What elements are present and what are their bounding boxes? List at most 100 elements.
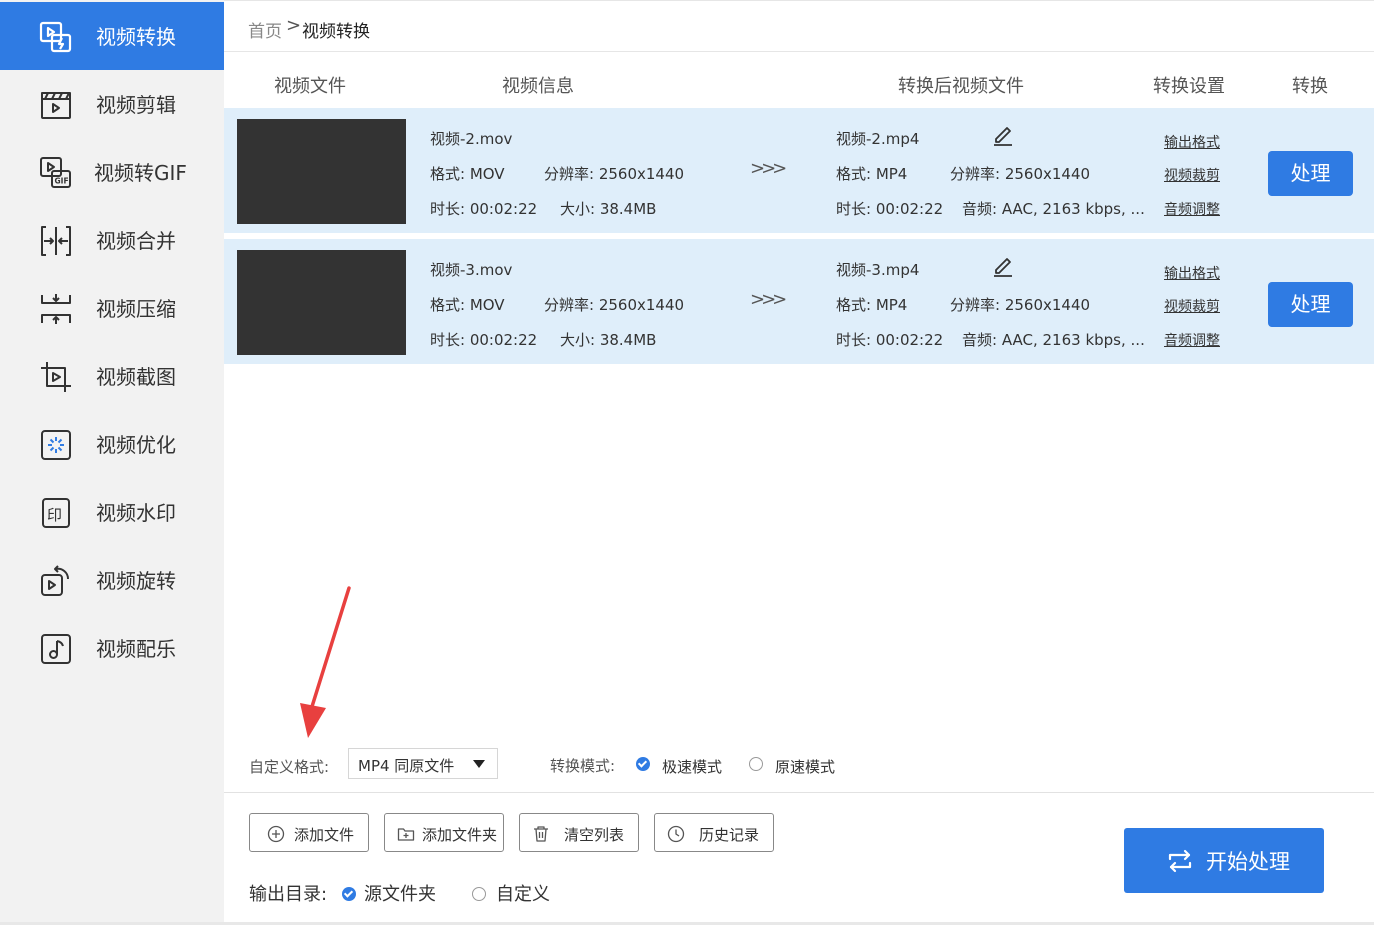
add-file-button[interactable]: 添加文件 [249,813,369,852]
video-convert-icon [38,19,74,55]
column-header-video-info: 视频信息 [502,76,574,97]
sidebar-item-video-to-gif[interactable]: GIF 视频转GIF [0,138,224,206]
start-processing-button[interactable]: 开始处理 [1124,828,1324,893]
clear-list-button[interactable]: 清空列表 [519,813,639,852]
divider [224,792,1374,793]
compress-icon [38,291,74,327]
add-folder-button[interactable]: 添加文件夹 [384,813,504,852]
repeat-icon [1166,847,1194,875]
svg-text:GIF: GIF [55,177,69,186]
original-mode-radio[interactable] [749,757,763,771]
table-row: 视频-2.mov 格式: MOV 分辨率: 2560x1440 时长: 00:0… [224,108,1374,233]
custom-dir-radio[interactable] [472,887,486,901]
source-file-name: 视频-2.mov [430,130,513,148]
audio-adjust-link[interactable]: 音频调整 [1164,199,1220,219]
source-duration: 时长: 00:02:22 [430,331,538,349]
output-duration: 时长: 00:02:22 [836,331,944,349]
output-file-name: 视频-2.mp4 [836,130,920,148]
source-folder-radio[interactable] [342,887,356,901]
source-duration: 时长: 00:02:22 [430,200,538,218]
output-duration: 时长: 00:02:22 [836,200,944,218]
sidebar-item-label: 视频合并 [96,229,176,253]
sidebar-item-video-screenshot[interactable]: 视频截图 [0,342,224,410]
sidebar-item-video-watermark[interactable]: 印 视频水印 [0,478,224,546]
sidebar-item-video-merge[interactable]: 视频合并 [0,206,224,274]
format-dropdown[interactable]: MP4 同原文件 [348,748,498,779]
breadcrumb-home-link[interactable]: 首页 [248,17,282,42]
source-folder-label[interactable]: 源文件夹 [364,880,436,906]
sidebar-item-label: 视频配乐 [96,637,176,661]
breadcrumb: 首页 > 视频转换 [224,0,1374,52]
history-button[interactable]: 历史记录 [654,813,774,852]
clock-icon [667,825,685,843]
output-resolution: 分辨率: 2560x1440 [950,296,1091,314]
output-resolution: 分辨率: 2560x1440 [950,165,1091,183]
merge-icon [38,223,74,259]
convert-arrow-icon: >>> [750,289,787,310]
original-mode-label[interactable]: 原速模式 [775,756,835,777]
optimize-icon [38,427,74,463]
column-header-convert: 转换 [1292,76,1328,97]
annotation-arrow [300,586,351,738]
breadcrumb-current: 视频转换 [302,22,370,42]
sidebar-item-label: 视频压缩 [96,297,176,321]
start-processing-label: 开始处理 [1206,850,1290,874]
clear-list-label: 清空列表 [564,826,625,844]
sidebar-item-label: 视频旋转 [96,569,176,593]
sidebar-item-label: 视频转GIF [94,161,187,185]
format-dropdown-value: MP4 同原文件 [358,757,455,775]
sidebar-item-label: 视频截图 [96,365,176,389]
watermark-icon: 印 [38,495,74,531]
output-format-link[interactable]: 输出格式 [1164,132,1220,152]
output-format: 格式: MP4 [836,165,908,183]
folder-plus-icon [397,825,415,843]
sidebar-item-label: 视频优化 [96,433,176,457]
sidebar-item-label: 视频水印 [96,501,176,525]
source-size: 大小: 38.4MB [560,200,657,218]
audio-adjust-link[interactable]: 音频调整 [1164,330,1220,350]
table-row: 视频-3.mov 格式: MOV 分辨率: 2560x1440 时长: 00:0… [224,239,1374,364]
plus-circle-icon [267,825,285,843]
source-file-name: 视频-3.mov [430,261,513,279]
add-file-label: 添加文件 [294,826,355,844]
fast-mode-radio[interactable] [636,757,650,771]
video-crop-link[interactable]: 视频裁剪 [1164,165,1220,185]
edit-pencil-icon[interactable] [990,252,1016,278]
sidebar-item-video-convert[interactable]: 视频转换 [0,2,224,70]
trash-icon [532,825,550,843]
crop-icon [38,359,74,395]
video-thumbnail [237,250,406,355]
process-button[interactable]: 处理 [1268,282,1353,327]
convert-arrow-icon: >>> [750,158,787,179]
output-audio: 音频: AAC, 2163 kbps, ... [962,331,1145,349]
custom-format-label: 自定义格式: [249,758,330,776]
music-note-icon [38,631,74,667]
output-format: 格式: MP4 [836,296,908,314]
sidebar-item-video-music[interactable]: 视频配乐 [0,614,224,682]
source-resolution: 分辨率: 2560x1440 [544,165,685,183]
output-dir-label: 输出目录: [249,884,328,905]
convert-mode-label: 转换模式: [550,757,616,775]
sidebar-item-video-rotate[interactable]: 视频旋转 [0,546,224,614]
sidebar-item-label: 视频转换 [96,25,176,49]
source-resolution: 分辨率: 2560x1440 [544,296,685,314]
caret-down-icon [473,760,485,768]
sidebar-item-video-edit[interactable]: 视频剪辑 [0,70,224,138]
sidebar-item-video-compress[interactable]: 视频压缩 [0,274,224,342]
video-crop-link[interactable]: 视频裁剪 [1164,296,1220,316]
fast-mode-label[interactable]: 极速模式 [662,756,722,777]
rotate-icon [38,563,74,599]
process-button[interactable]: 处理 [1268,151,1353,196]
clapperboard-icon [38,87,74,123]
svg-text:印: 印 [47,506,62,524]
custom-dir-label[interactable]: 自定义 [496,880,550,906]
output-format-link[interactable]: 输出格式 [1164,263,1220,283]
output-audio: 音频: AAC, 2163 kbps, ... [962,200,1145,218]
source-format: 格式: MOV [430,296,505,314]
edit-pencil-icon[interactable] [990,121,1016,147]
column-header-video-file: 视频文件 [274,76,346,97]
column-header-settings: 转换设置 [1153,76,1225,97]
output-file-name: 视频-3.mp4 [836,261,920,279]
sidebar-item-video-optimize[interactable]: 视频优化 [0,410,224,478]
sidebar-item-label: 视频剪辑 [96,93,176,117]
